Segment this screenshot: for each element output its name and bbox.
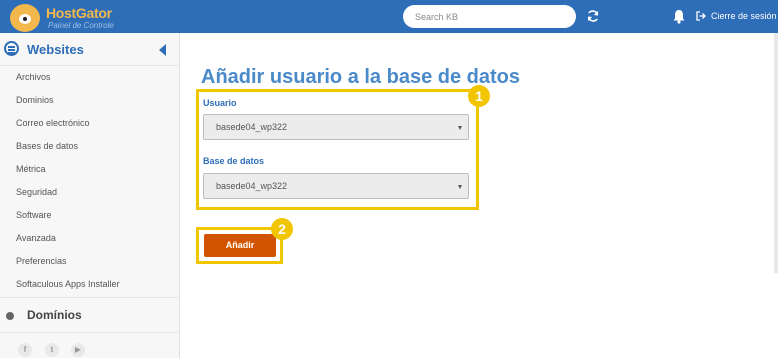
- refresh-icon[interactable]: [586, 9, 600, 23]
- brand-name: HostGator: [46, 5, 112, 21]
- database-select[interactable]: basede04_wp322: [203, 173, 469, 199]
- sidebar-menu: Archivos Dominios Correo electrónico Bas…: [0, 66, 180, 296]
- sidebar-section-dominios-title: Domínios: [27, 308, 82, 322]
- add-button-highlight-box: Añadir: [196, 227, 283, 264]
- top-bar: HostGator Painel de Controle Cierre de s…: [0, 0, 778, 33]
- globe-icon: [6, 312, 14, 320]
- user-select[interactable]: basede04_wp322: [203, 114, 469, 140]
- sidebar-item-software[interactable]: Software: [0, 204, 180, 227]
- sidebar-section-title: Websites: [27, 42, 84, 57]
- user-select-value: basede04_wp322: [216, 122, 288, 132]
- collapse-arrow-icon[interactable]: [159, 44, 166, 56]
- list-icon: [4, 41, 19, 56]
- sidebar-item-avanzada[interactable]: Avanzada: [0, 227, 180, 250]
- hostgator-logo[interactable]: HostGator Painel de Controle: [4, 2, 144, 32]
- sidebar: Websites Archivos Dominios Correo electr…: [0, 33, 180, 358]
- chevron-down-icon: [458, 126, 462, 130]
- sidebar-item-seguridad[interactable]: Seguridad: [0, 181, 180, 204]
- database-label: Base de datos: [203, 156, 265, 166]
- sidebar-item-preferencias[interactable]: Preferencias: [0, 250, 180, 273]
- main-content: Añadir usuario a la base de datos Usuari…: [181, 33, 778, 358]
- scrollbar[interactable]: [774, 33, 778, 273]
- sidebar-item-correo[interactable]: Correo electrónico: [0, 112, 180, 135]
- sidebar-section-dominios[interactable]: Domínios: [0, 303, 180, 327]
- page-title: Añadir usuario a la base de datos: [201, 66, 520, 88]
- logout-icon: [696, 11, 706, 21]
- sidebar-divider: [0, 332, 180, 333]
- chevron-down-icon: [458, 185, 462, 189]
- logout-label: Cierre de sesión: [711, 11, 777, 21]
- sidebar-section-websites[interactable]: Websites: [0, 33, 180, 66]
- logout-link[interactable]: Cierre de sesión: [696, 8, 777, 24]
- twitter-icon[interactable]: t: [45, 343, 59, 357]
- user-label: Usuario: [203, 98, 237, 108]
- step-badge-2: 2: [271, 218, 293, 240]
- search-input[interactable]: [403, 5, 576, 28]
- step-badge-1: 1: [468, 85, 490, 107]
- youtube-icon[interactable]: ▶: [71, 343, 85, 357]
- sidebar-item-softaculous[interactable]: Softaculous Apps Installer: [0, 273, 180, 296]
- sidebar-item-archivos[interactable]: Archivos: [0, 66, 180, 89]
- sidebar-divider: [0, 297, 180, 298]
- sidebar-item-metrica[interactable]: Métrica: [0, 158, 180, 181]
- brand-subtitle: Painel de Controle: [48, 21, 114, 30]
- form-highlight-box: Usuario basede04_wp322 Base de datos bas…: [196, 89, 479, 210]
- database-select-value: basede04_wp322: [216, 181, 288, 191]
- facebook-icon[interactable]: f: [18, 343, 32, 357]
- add-button[interactable]: Añadir: [204, 234, 276, 257]
- mascot-logo-icon: [10, 4, 40, 32]
- sidebar-item-bases-de-datos[interactable]: Bases de datos: [0, 135, 180, 158]
- sidebar-item-dominios[interactable]: Dominios: [0, 89, 180, 112]
- bell-icon[interactable]: [672, 9, 686, 24]
- social-links: f t ▶: [0, 341, 180, 358]
